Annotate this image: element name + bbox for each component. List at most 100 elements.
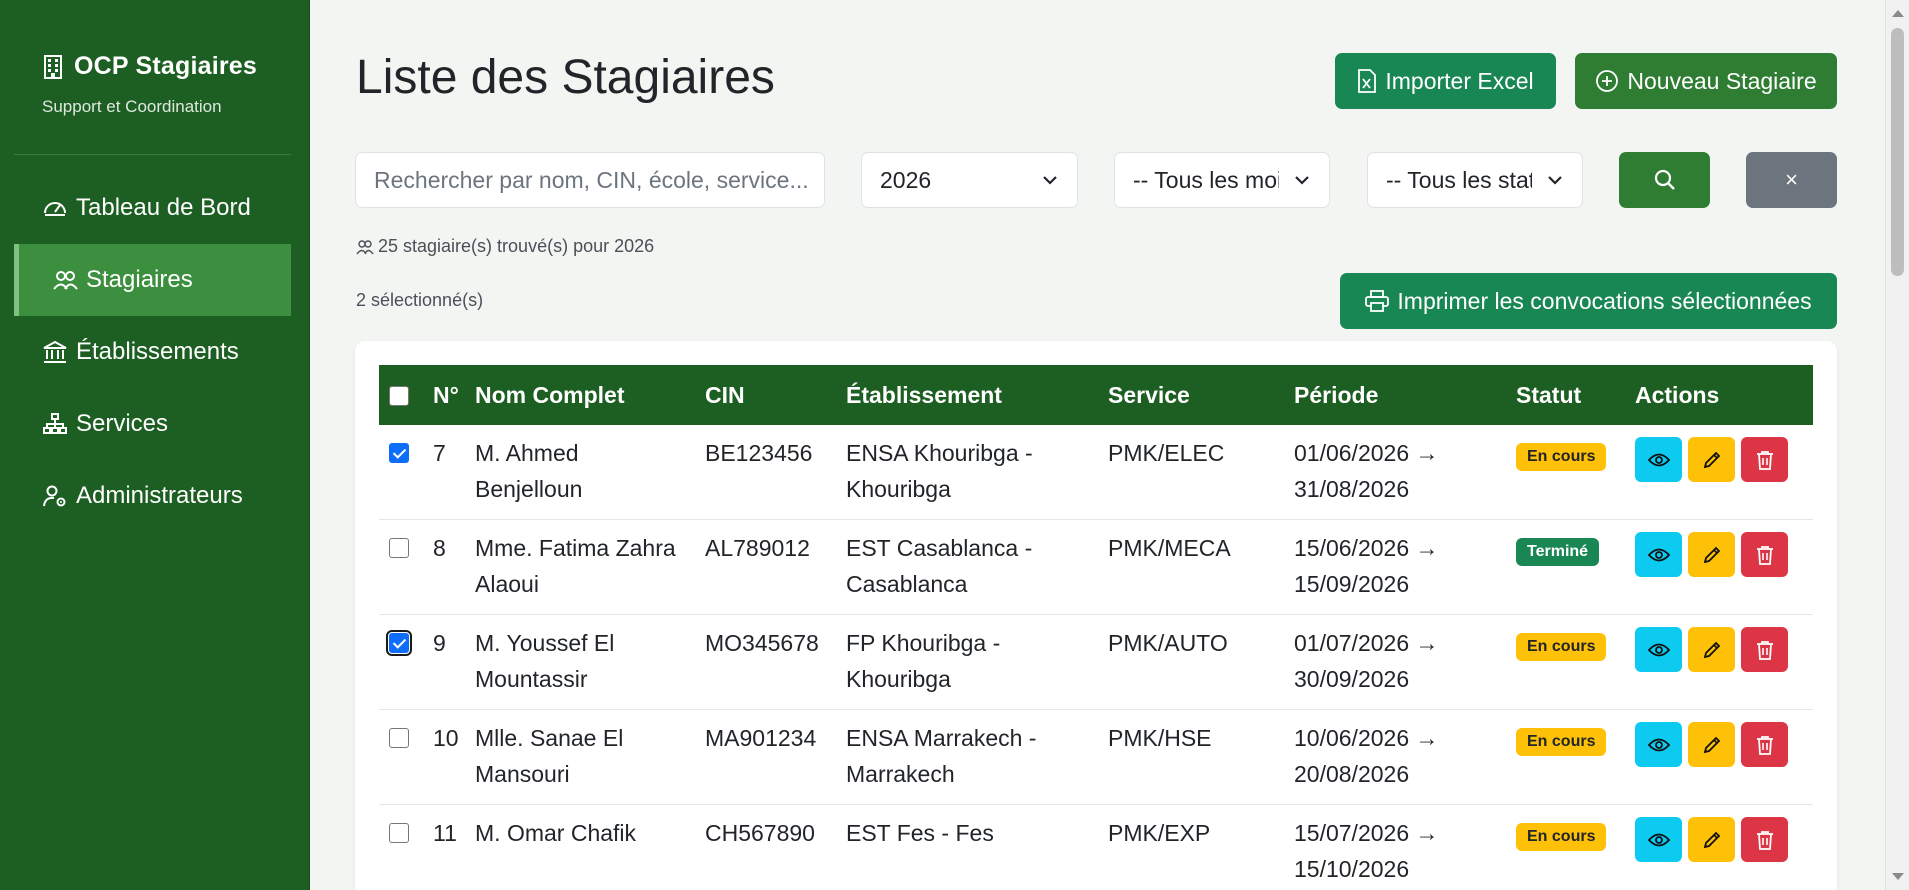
cell-number: 7 (433, 440, 446, 466)
brand: OCP Stagiaires Support et Coordination (0, 0, 309, 117)
view-button[interactable] (1635, 722, 1682, 767)
table-body: 7 M. Ahmed Benjelloun BE123456 ENSA Khou… (379, 425, 1813, 890)
trash-icon (1756, 545, 1773, 565)
chevron-down-icon (1295, 176, 1309, 185)
cell-periode: 01/06/2026 → 31/08/2026 (1294, 440, 1439, 502)
select-all-checkbox[interactable] (389, 386, 409, 407)
row-checkbox[interactable] (389, 823, 409, 843)
view-button[interactable] (1635, 532, 1682, 577)
delete-button[interactable] (1741, 627, 1788, 672)
plus-circle-icon (1596, 70, 1619, 92)
scroll-down-arrow[interactable] (1892, 873, 1904, 880)
new-stagiaire-button[interactable]: Nouveau Stagiaire (1575, 53, 1837, 109)
print-convocations-button[interactable]: Imprimer les convocations sélectionnées (1340, 273, 1837, 329)
page-scrollbar[interactable] (1885, 0, 1909, 890)
search-icon (1654, 169, 1675, 190)
column-header[interactable]: Nom Complet (467, 365, 697, 425)
cell-periode: 10/06/2026 → 20/08/2026 (1294, 725, 1439, 787)
bank-icon (43, 340, 67, 363)
status-badge: Terminé (1516, 538, 1600, 566)
status-badge: En cours (1516, 633, 1607, 661)
cell-cin: BE123456 (705, 440, 813, 466)
clear-filters-button[interactable]: × (1746, 152, 1837, 208)
sidebar-item-tableau-de-bord[interactable]: Tableau de Bord (14, 172, 291, 244)
cell-number: 10 (433, 725, 459, 751)
search-input[interactable]: Rechercher par nom, CIN, école, service.… (355, 152, 825, 208)
status-select[interactable]: -- Tous les statuts -- (1367, 152, 1583, 208)
column-header[interactable]: N° (425, 365, 467, 425)
edit-button[interactable] (1688, 437, 1735, 482)
selected-count: 2 sélectionné(s) (356, 290, 484, 310)
column-header[interactable]: Établissement (838, 365, 1100, 425)
cell-number: 9 (433, 630, 446, 656)
eye-icon (1647, 453, 1670, 466)
stagiaires-table-card: N° Nom Complet CIN Établissement Service… (355, 341, 1837, 890)
building-icon (44, 54, 62, 79)
chevron-down-icon (1548, 176, 1562, 185)
brand-subtitle: Support et Coordination (42, 97, 222, 116)
eye-icon (1647, 548, 1670, 561)
cell-periode: 15/06/2026 → 15/09/2026 (1294, 535, 1439, 597)
cell-name: M. Ahmed Benjelloun (475, 440, 583, 502)
cell-periode: 01/07/2026 → 30/09/2026 (1294, 630, 1439, 692)
import-excel-button[interactable]: Importer Excel (1335, 53, 1556, 109)
row-checkbox[interactable] (389, 443, 409, 463)
cell-name: M. Omar Chafik (475, 820, 637, 846)
row-actions (1635, 532, 1805, 577)
table-row: 7 M. Ahmed Benjelloun BE123456 ENSA Khou… (379, 425, 1813, 520)
cell-periode: 15/07/2026 → 15/10/2026 (1294, 820, 1439, 882)
edit-button[interactable] (1688, 722, 1735, 767)
column-header[interactable]: Période (1286, 365, 1508, 425)
delete-button[interactable] (1741, 722, 1788, 767)
cell-etablissement: ENSA Khouribga - Khouribga (846, 440, 1033, 502)
scroll-up-arrow[interactable] (1892, 10, 1904, 17)
edit-button[interactable] (1688, 532, 1735, 577)
row-checkbox[interactable] (389, 728, 409, 748)
row-checkbox[interactable] (386, 630, 412, 656)
sidebar-item-etablissements[interactable]: Établissements (14, 316, 291, 388)
edit-button[interactable] (1688, 817, 1735, 862)
column-header: Actions (1635, 381, 1720, 408)
edit-button[interactable] (1688, 627, 1735, 672)
scrollbar-thumb[interactable] (1891, 28, 1904, 276)
year-select[interactable]: 2026 (861, 152, 1078, 208)
cell-cin: CH567890 (705, 820, 815, 846)
cell-service: PMK/ELEC (1108, 440, 1225, 466)
pencil-icon (1703, 451, 1720, 468)
table-row: 10 Mlle. Sanae El Mansouri MA901234 ENSA… (379, 710, 1813, 805)
cell-service: PMK/EXP (1108, 820, 1211, 846)
table-row: 8 Mme. Fatima Zahra Alaoui AL789012 EST … (379, 520, 1813, 615)
result-count: 25 stagiaire(s) trouvé(s) pour 2026 (356, 236, 654, 257)
view-button[interactable] (1635, 627, 1682, 672)
close-icon: × (1785, 167, 1798, 192)
trash-icon (1756, 830, 1773, 850)
column-header[interactable]: CIN (697, 365, 838, 425)
delete-button[interactable] (1741, 437, 1788, 482)
view-button[interactable] (1635, 437, 1682, 482)
month-select[interactable]: -- Tous les mois -- (1114, 152, 1330, 208)
cell-name: Mme. Fatima Zahra Alaoui (475, 535, 676, 597)
sidebar: OCP Stagiaires Support et Coordination T… (0, 0, 310, 890)
diagram-icon (43, 413, 67, 434)
column-header[interactable]: Service (1100, 365, 1286, 425)
cell-cin: MA901234 (705, 725, 817, 751)
sidebar-item-stagiaires[interactable]: Stagiaires (14, 244, 291, 316)
row-checkbox[interactable] (389, 538, 409, 558)
trash-icon (1756, 450, 1773, 470)
user-gear-icon (43, 485, 66, 507)
delete-button[interactable] (1741, 817, 1788, 862)
sidebar-item-administrateurs[interactable]: Administrateurs (14, 460, 291, 532)
view-button[interactable] (1635, 817, 1682, 862)
sidebar-item-label: Tableau de Bord (76, 194, 251, 221)
cell-name: Mlle. Sanae El Mansouri (475, 725, 624, 787)
people-icon (53, 271, 78, 290)
delete-button[interactable] (1741, 532, 1788, 577)
status-badge: En cours (1516, 443, 1607, 471)
status-badge: En cours (1516, 823, 1607, 851)
cell-etablissement: ENSA Marrakech - Marrakech (846, 725, 1037, 787)
cell-name: M. Youssef El Mountassir (475, 630, 615, 692)
search-button[interactable] (1619, 152, 1710, 208)
sidebar-item-services[interactable]: Services (14, 388, 291, 460)
column-header[interactable]: Statut (1508, 365, 1627, 425)
status-badge: En cours (1516, 728, 1607, 756)
